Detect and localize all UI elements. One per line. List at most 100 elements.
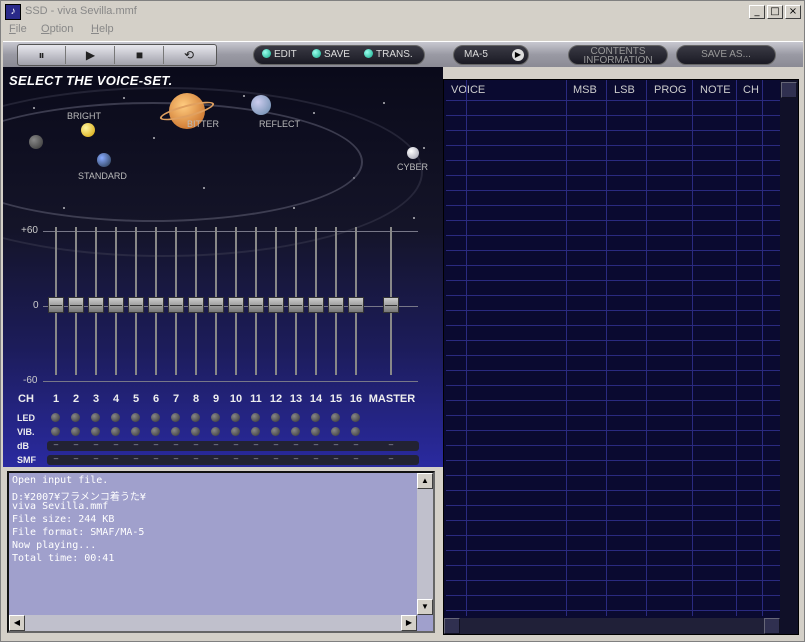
table-row[interactable] — [446, 580, 780, 581]
menu-option[interactable]: Option — [41, 23, 73, 35]
table-row[interactable] — [446, 145, 780, 146]
table-row[interactable] — [446, 115, 780, 116]
fader-knob[interactable] — [68, 297, 84, 313]
fader-knob[interactable] — [328, 297, 344, 313]
fader-knob[interactable] — [188, 297, 204, 313]
fader-knob[interactable] — [88, 297, 104, 313]
table-row[interactable] — [446, 430, 780, 431]
table-row[interactable] — [446, 490, 780, 491]
log-horizontal-scrollbar[interactable]: ◀ ▶ — [9, 615, 417, 631]
table-row[interactable] — [446, 205, 780, 206]
fader-knob[interactable] — [168, 297, 184, 313]
planet-reflect-icon[interactable] — [251, 95, 271, 115]
vib-indicator-icon — [111, 427, 120, 436]
edit-button[interactable]: EDIT — [262, 46, 297, 64]
planet-bright-icon[interactable] — [81, 123, 95, 137]
level-dash: – — [173, 454, 179, 463]
table-row[interactable] — [446, 325, 780, 326]
column-ch[interactable]: CH — [743, 84, 759, 96]
planet-label-reflect: REFLECT — [259, 119, 301, 129]
save-as-button[interactable]: SAVE AS... — [676, 45, 776, 65]
scroll-left-icon[interactable]: ◀ — [9, 615, 25, 631]
vib-indicator-icon — [291, 427, 300, 436]
scroll-left-icon[interactable] — [444, 618, 460, 634]
table-row[interactable] — [446, 220, 780, 221]
vib-row-label: VIB. — [17, 427, 35, 437]
table-row[interactable] — [446, 595, 780, 596]
table-row[interactable] — [446, 250, 780, 251]
minimize-button[interactable]: _ — [749, 5, 765, 19]
close-button[interactable]: × — [785, 5, 801, 19]
menu-file[interactable]: File — [9, 23, 27, 35]
contents-information-button[interactable]: CONTENTS INFORMATION — [568, 45, 668, 66]
table-row[interactable] — [446, 565, 780, 566]
table-row[interactable] — [446, 610, 780, 611]
table-row[interactable] — [446, 535, 780, 536]
table-row[interactable] — [446, 175, 780, 176]
table-row[interactable] — [446, 265, 780, 266]
table-horizontal-scrollbar[interactable] — [444, 618, 780, 634]
column-msb[interactable]: MSB — [573, 84, 597, 96]
table-row[interactable] — [446, 460, 780, 461]
fader-knob[interactable] — [348, 297, 364, 313]
level-dash: – — [153, 440, 159, 449]
table-row[interactable] — [446, 415, 780, 416]
fader-knob[interactable] — [288, 297, 304, 313]
column-lsb[interactable]: LSB — [614, 84, 635, 96]
log-vertical-scrollbar[interactable]: ▲ ▼ — [417, 473, 433, 615]
trans-button[interactable]: TRANS. — [364, 46, 413, 64]
fader-knob[interactable] — [108, 297, 124, 313]
stop-button[interactable]: ■ — [116, 46, 164, 64]
scroll-right-icon[interactable]: ▶ — [401, 615, 417, 631]
device-select[interactable]: MA-5 ▶ — [453, 45, 529, 65]
table-row[interactable] — [446, 130, 780, 131]
app-icon[interactable]: ♪ — [5, 4, 21, 20]
scale-line-top — [43, 231, 418, 232]
column-voice[interactable]: VOICE — [451, 84, 485, 96]
table-row[interactable] — [446, 370, 780, 371]
fader-knob[interactable] — [128, 297, 144, 313]
log-output[interactable]: Open input file. D:¥2007¥フラメンコ着うた¥ viva Se… — [7, 471, 435, 633]
table-row[interactable] — [446, 100, 780, 101]
scroll-right-icon[interactable] — [764, 618, 780, 634]
table-vertical-scrollbar[interactable] — [780, 80, 798, 634]
menu-help[interactable]: Help — [91, 23, 114, 35]
planet-standard-icon[interactable] — [97, 153, 111, 167]
table-row[interactable] — [446, 280, 780, 281]
scroll-up-icon[interactable] — [781, 82, 797, 98]
fader-knob[interactable] — [208, 297, 224, 313]
column-prog[interactable]: PROG — [654, 84, 686, 96]
fader-knob[interactable] — [248, 297, 264, 313]
fader-knob[interactable] — [268, 297, 284, 313]
fader-knob[interactable] — [228, 297, 244, 313]
table-row[interactable] — [446, 340, 780, 341]
table-row[interactable] — [446, 160, 780, 161]
table-row[interactable] — [446, 520, 780, 521]
column-note[interactable]: NOTE — [700, 84, 731, 96]
scroll-up-icon[interactable]: ▲ — [417, 473, 433, 489]
fader-knob[interactable] — [148, 297, 164, 313]
table-row[interactable] — [446, 295, 780, 296]
pause-button[interactable]: ⏸ — [18, 46, 66, 64]
table-row[interactable] — [446, 445, 780, 446]
play-button[interactable]: ▶ — [67, 46, 115, 64]
table-row[interactable] — [446, 310, 780, 311]
scroll-down-icon[interactable]: ▼ — [417, 599, 433, 615]
maximize-button[interactable]: □ — [767, 5, 783, 19]
repeat-button[interactable]: ⟲ — [165, 46, 213, 64]
table-row[interactable] — [446, 400, 780, 401]
window-title: SSD - viva Sevilla.mmf — [25, 5, 137, 17]
fader-knob[interactable] — [48, 297, 64, 313]
table-row[interactable] — [446, 190, 780, 191]
table-row[interactable] — [446, 505, 780, 506]
master-fader-knob[interactable] — [383, 297, 399, 313]
table-row[interactable] — [446, 235, 780, 236]
fader-knob[interactable] — [308, 297, 324, 313]
table-row[interactable] — [446, 385, 780, 386]
save-button[interactable]: SAVE — [312, 46, 350, 64]
planet-cyber-icon[interactable] — [407, 147, 419, 159]
table-row[interactable] — [446, 355, 780, 356]
table-row[interactable] — [446, 475, 780, 476]
channel-number: 2 — [72, 393, 80, 405]
table-row[interactable] — [446, 550, 780, 551]
